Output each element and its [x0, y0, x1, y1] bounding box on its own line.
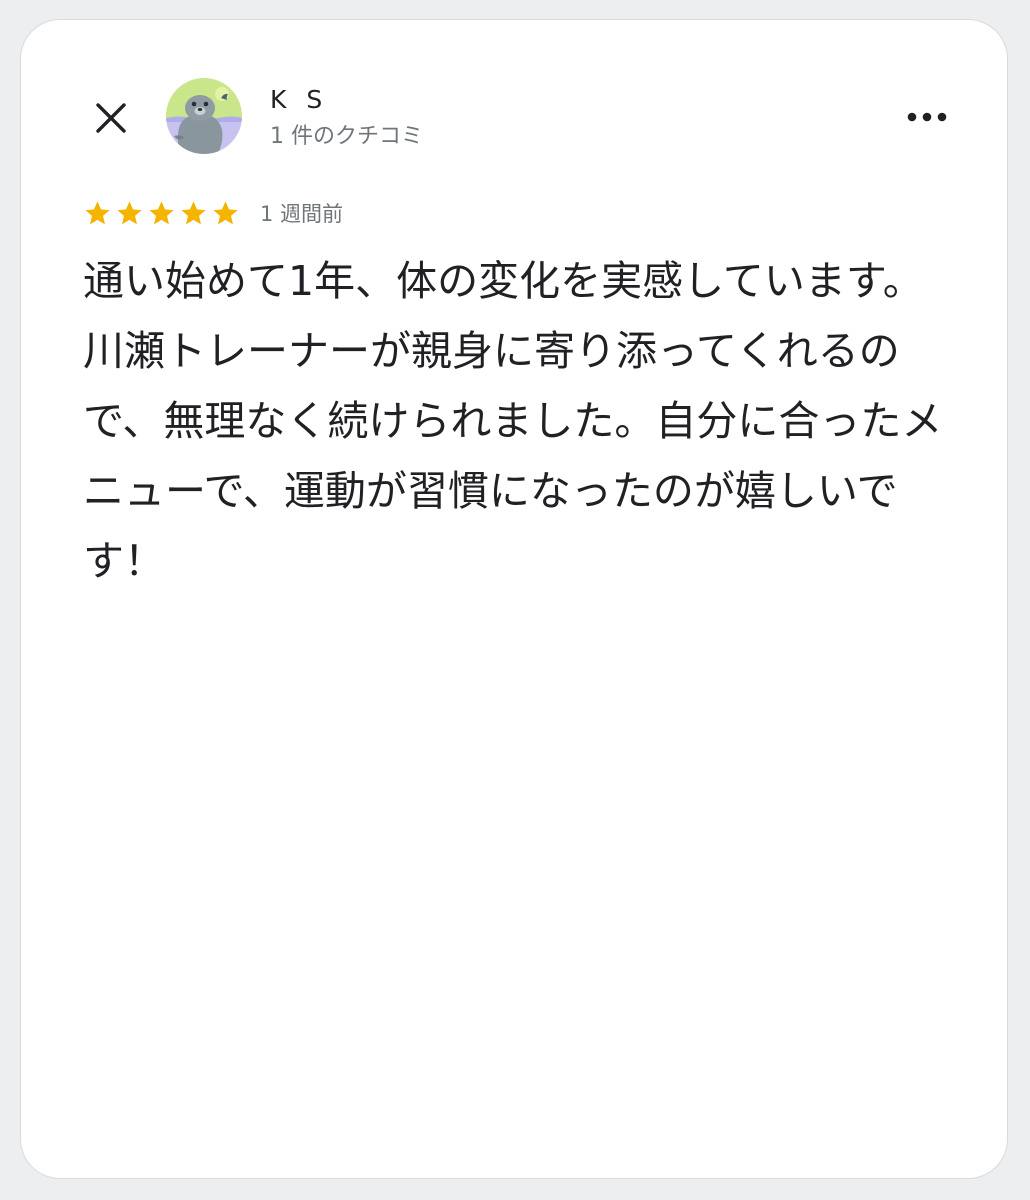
more-horiz-icon	[907, 112, 947, 122]
star-icon	[85, 200, 110, 224]
more-options-button[interactable]	[901, 100, 953, 134]
star-icon	[149, 200, 174, 224]
review-text: 通い始めて1年、体の変化を実感しています。 川瀬トレーナーが親身に寄り添ってくれ…	[83, 257, 943, 585]
close-button[interactable]	[91, 98, 131, 138]
star-icon	[213, 200, 238, 224]
avatar[interactable]	[166, 78, 242, 154]
review-date: 1 週間前	[260, 202, 344, 226]
star-icon	[117, 200, 142, 224]
star-icon	[181, 200, 206, 224]
review-card: K S 1 件のクチコミ 1 週間前 通い始めて1年、体の変化を実感しています。…	[20, 19, 1008, 1179]
rating-row: 1 週間前	[83, 196, 343, 230]
reviewer-review-count: 1 件のクチコミ	[270, 124, 423, 149]
seal-avatar-image	[166, 78, 242, 154]
reviewer-name[interactable]: K S	[270, 84, 328, 116]
close-icon	[96, 103, 126, 133]
star-rating	[83, 199, 240, 228]
